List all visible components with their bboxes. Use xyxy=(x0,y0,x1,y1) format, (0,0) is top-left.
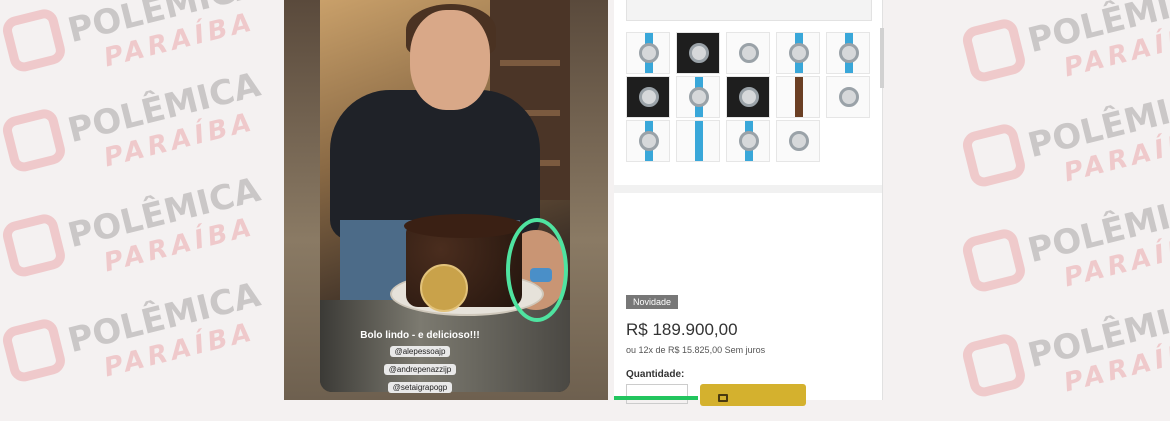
mention-tag[interactable]: @setaigrapogp xyxy=(387,382,453,393)
divider xyxy=(614,185,882,193)
product-page: Novidade R$ 189.900,00 ou 12x de R$ 15.8… xyxy=(614,0,883,406)
buy-button[interactable] xyxy=(700,384,806,406)
product-thumbnail[interactable] xyxy=(626,32,670,74)
cake-top xyxy=(404,214,524,238)
quantity-input[interactable] xyxy=(626,384,688,404)
product-thumbnail[interactable] xyxy=(726,32,770,74)
installments-text: ou 12x de R$ 15.825,00 Sem juros xyxy=(626,345,766,355)
product-thumbnail[interactable] xyxy=(826,76,870,118)
story-caption: Bolo lindo - e delicioso!!! @alepessoajp… xyxy=(320,330,520,395)
product-thumbnail[interactable] xyxy=(726,120,770,162)
product-thumbnail[interactable] xyxy=(726,76,770,118)
product-thumbnail[interactable] xyxy=(626,76,670,118)
product-thumbnail[interactable] xyxy=(776,120,820,162)
highlight-circle xyxy=(506,218,568,322)
green-highlight-bar xyxy=(614,396,698,400)
cake-topper xyxy=(420,264,468,312)
caption-text: Bolo lindo - e delicioso!!! xyxy=(360,330,480,341)
mention-tag[interactable]: @andrepenazzijp xyxy=(383,364,457,375)
product-price: R$ 189.900,00 xyxy=(626,320,738,339)
cart-icon xyxy=(718,394,728,402)
scrollbar[interactable] xyxy=(880,28,884,88)
quantity-label: Quantidade: xyxy=(626,369,685,380)
product-thumbnail[interactable] xyxy=(626,120,670,162)
product-thumbnail[interactable] xyxy=(776,32,820,74)
product-thumbnail[interactable] xyxy=(826,32,870,74)
person-face xyxy=(410,10,490,110)
status-badge: Novidade xyxy=(626,295,679,309)
product-thumbnail[interactable] xyxy=(776,76,820,118)
product-thumbnail[interactable] xyxy=(676,32,720,74)
mention-tag[interactable]: @alepessoajp xyxy=(389,346,451,357)
product-thumbnail[interactable] xyxy=(676,76,720,118)
product-thumbnail[interactable] xyxy=(676,120,720,162)
document-image xyxy=(626,0,872,21)
